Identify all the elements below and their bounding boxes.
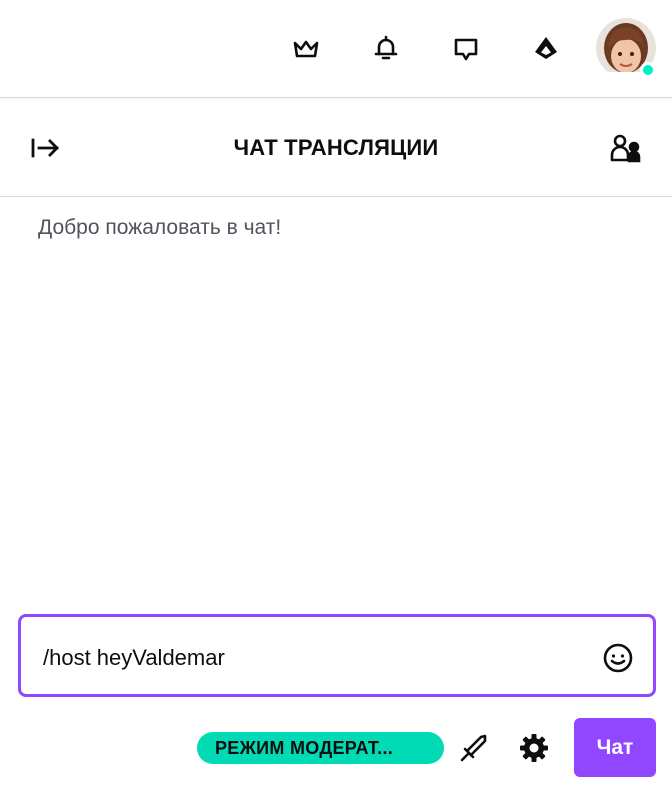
top-nav-bar — [0, 0, 672, 98]
chat-header: ЧАТ ТРАНСЛЯЦИИ — [0, 99, 672, 197]
bell-icon[interactable] — [366, 29, 406, 69]
chat-input-text: /host heyValdemar — [43, 645, 225, 670]
user-avatar[interactable] — [596, 18, 658, 80]
welcome-message: Добро пожаловать в чат! — [38, 216, 282, 239]
community-users-icon — [610, 134, 641, 163]
chat-title: ЧАТ ТРАНСЛЯЦИИ — [233, 135, 439, 160]
chat-messages-area: Добро пожаловать в чат! — [0, 198, 672, 608]
bits-icon[interactable] — [526, 29, 566, 69]
smiley-icon[interactable] — [601, 641, 635, 675]
chat-input[interactable]: /host heyValdemar — [18, 614, 656, 697]
chat-settings-button[interactable] — [514, 728, 554, 768]
gear-icon — [520, 734, 548, 762]
community-button[interactable] — [606, 128, 646, 168]
whisper-icon[interactable] — [446, 29, 486, 69]
send-chat-button[interactable]: Чат — [574, 718, 656, 777]
crown-icon[interactable] — [286, 29, 326, 69]
sword-icon — [460, 734, 487, 762]
online-status-dot — [640, 62, 656, 78]
mod-mode-badge[interactable]: РЕЖИМ МОДЕРАТ... — [197, 732, 444, 764]
mod-tools-button[interactable] — [454, 728, 494, 768]
